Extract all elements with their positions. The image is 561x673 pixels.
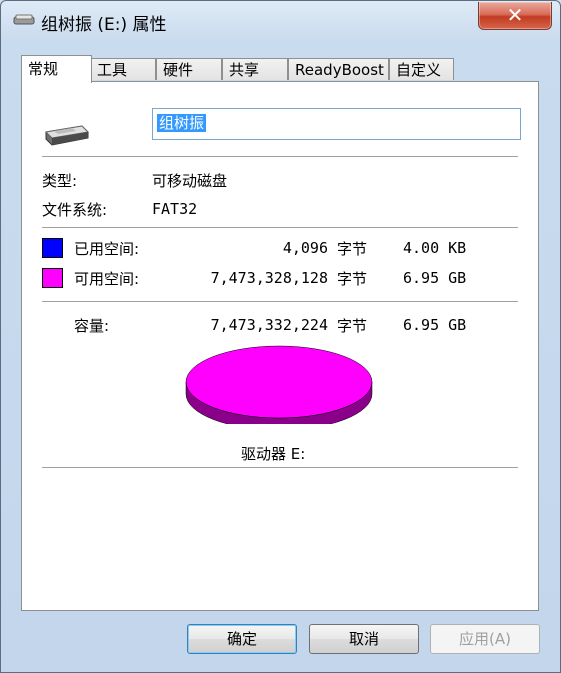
tab-readyboost[interactable]: ReadyBoost xyxy=(288,58,389,80)
filesystem-value: FAT32 xyxy=(152,200,198,218)
filesystem-label: 文件系统: xyxy=(42,201,108,219)
capacity-human: 6.95 GB xyxy=(403,316,467,334)
title-bar[interactable]: 组树振 (E:) 属性 ✕ xyxy=(1,1,560,37)
tab-sharing[interactable]: 共享 xyxy=(222,58,288,80)
cancel-button[interactable]: 取消 xyxy=(309,624,419,654)
removable-drive-icon xyxy=(13,14,35,25)
general-tab-panel: 组树振 类型: 可移动磁盘 文件系统: FAT32 已用空间: 4,096 字节… xyxy=(21,81,539,611)
drive-name-input[interactable]: 组树振 xyxy=(152,108,521,140)
divider xyxy=(42,301,518,302)
drive-caption: 驱动器 E: xyxy=(241,445,306,463)
free-space-human: 6.95 GB xyxy=(403,269,467,287)
divider xyxy=(42,156,518,157)
free-space-bytes: 7,473,328,128 xyxy=(210,269,328,287)
used-space-unit: 字节 xyxy=(337,240,368,258)
properties-window: 组树振 (E:) 属性 ✕ 常规 工具 硬件 共享 ReadyBoost 自定义… xyxy=(0,0,561,673)
ok-button[interactable]: 确定 xyxy=(187,624,297,654)
tab-customize[interactable]: 自定义 xyxy=(389,58,454,80)
type-value: 可移动磁盘 xyxy=(152,172,228,190)
capacity-label: 容量: xyxy=(74,317,110,335)
used-space-human: 4.00 KB xyxy=(403,239,467,257)
free-space-swatch xyxy=(42,268,63,288)
usb-drive-icon xyxy=(44,125,90,146)
free-space-label: 可用空间: xyxy=(74,270,140,288)
type-label: 类型: xyxy=(42,172,78,190)
capacity-unit: 字节 xyxy=(337,317,368,335)
apply-button[interactable]: 应用(A) xyxy=(430,624,540,654)
used-space-bytes: 4,096 xyxy=(282,239,328,257)
tab-tools[interactable]: 工具 xyxy=(90,58,156,80)
free-space-unit: 字节 xyxy=(337,270,368,288)
close-button[interactable]: ✕ xyxy=(478,2,552,30)
divider xyxy=(42,467,518,468)
window-title: 组树振 (E:) 属性 xyxy=(41,15,167,35)
tab-general[interactable]: 常规 xyxy=(21,55,92,83)
tab-hardware[interactable]: 硬件 xyxy=(156,58,222,80)
drive-name-text: 组树振 xyxy=(157,114,207,132)
used-space-label: 已用空间: xyxy=(74,240,140,258)
capacity-bytes: 7,473,332,224 xyxy=(210,316,328,334)
used-space-swatch xyxy=(42,238,63,258)
tab-strip: 常规 工具 硬件 共享 ReadyBoost 自定义 xyxy=(21,55,541,83)
disk-usage-pie xyxy=(185,345,373,424)
divider xyxy=(42,227,518,228)
close-icon: ✕ xyxy=(506,3,524,27)
